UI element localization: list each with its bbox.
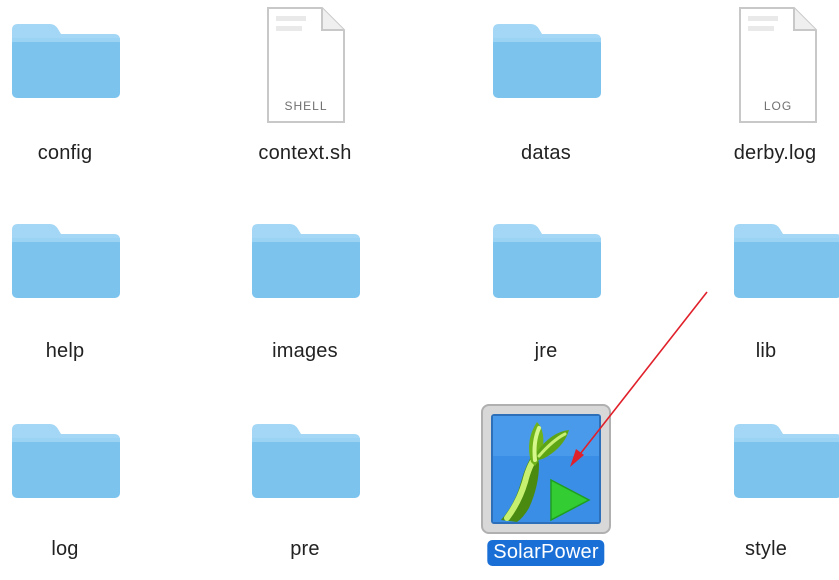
file-label: jre	[534, 340, 558, 362]
folder-icon	[10, 220, 122, 305]
file-item-log[interactable]: log	[0, 400, 160, 580]
solarpower-app-icon	[481, 404, 611, 539]
document-badge: SHELL	[284, 99, 327, 113]
folder-icon	[250, 220, 362, 305]
file-label: config	[37, 142, 93, 164]
folder-icon	[491, 20, 603, 105]
file-item-datas[interactable]: datas	[451, 0, 641, 180]
folder-icon	[732, 420, 839, 505]
file-label: log	[51, 538, 79, 560]
folder-icon	[10, 20, 122, 105]
file-item-derby-log[interactable]: LOG derby.log	[680, 0, 839, 180]
file-label: datas	[521, 142, 571, 164]
file-item-config[interactable]: config	[0, 0, 160, 180]
file-item-style[interactable]: style	[692, 400, 839, 580]
file-item-lib[interactable]: lib	[692, 200, 839, 380]
file-item-images[interactable]: images	[210, 200, 400, 380]
file-item-help[interactable]: help	[0, 200, 160, 380]
folder-icon	[732, 220, 839, 305]
file-label: pre	[290, 538, 320, 560]
document-icon: SHELL	[264, 4, 348, 131]
file-label: derby.log	[733, 142, 817, 164]
file-label: help	[45, 340, 85, 362]
file-label: context.sh	[258, 142, 352, 164]
file-label: lib	[755, 340, 777, 362]
file-item-context-sh[interactable]: SHELL context.sh	[210, 0, 400, 180]
folder-icon	[250, 420, 362, 505]
file-item-pre[interactable]: pre	[210, 400, 400, 580]
file-label: SolarPower	[487, 540, 605, 566]
file-item-solarpower[interactable]: SolarPower	[451, 400, 641, 580]
file-item-jre[interactable]: jre	[451, 200, 641, 380]
file-label: images	[272, 340, 338, 362]
folder-icon	[491, 220, 603, 305]
document-icon: LOG	[736, 4, 820, 131]
document-badge: LOG	[764, 99, 792, 113]
file-label: style	[744, 538, 788, 560]
folder-icon	[10, 420, 122, 505]
